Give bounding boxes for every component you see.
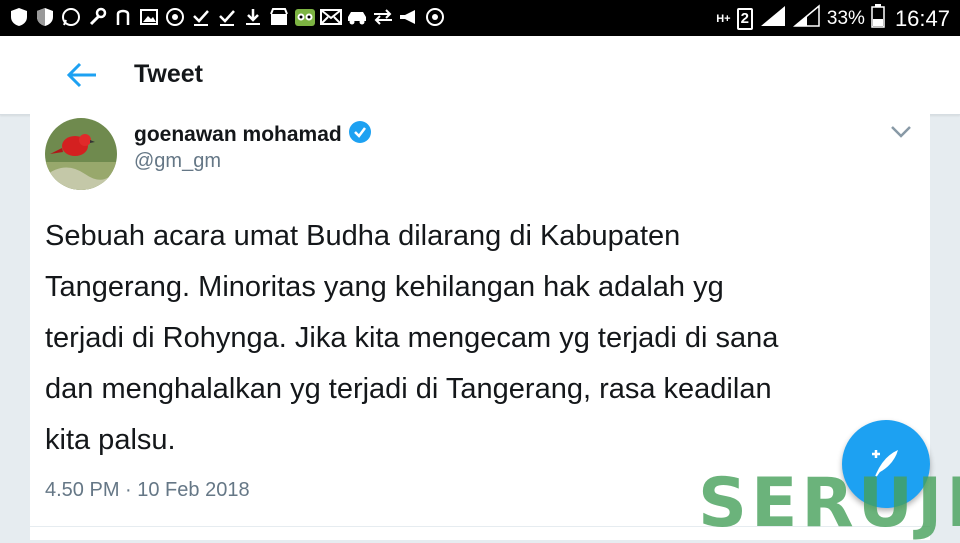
download-icon: [242, 6, 264, 28]
owl-icon: [294, 6, 316, 28]
shield-icon: [34, 6, 56, 28]
avatar[interactable]: [45, 118, 117, 190]
network-type: H+: [716, 12, 731, 25]
system-indicators: H+ 2 33% 16:47: [716, 4, 950, 34]
tweet-text-line: kita palsu.: [45, 424, 176, 456]
signal-icon: [792, 4, 821, 34]
battery-percent: 33%: [826, 8, 865, 29]
tweet-text-line: terjadi di Rohynga. Jika kita mengecam y…: [45, 322, 779, 354]
watermark-logo: SERUJI: [698, 464, 960, 543]
signal-icon: [759, 4, 787, 34]
tweet-text-line: dan menghalalkan yg terjadi di Tangerang…: [45, 373, 772, 405]
tweet-text-line: Sebuah acara umat Budha dilarang di Kabu…: [45, 220, 681, 252]
sim-slot: 2: [736, 8, 753, 30]
battery-icon: [871, 4, 885, 34]
back-arrow-icon[interactable]: [64, 60, 100, 90]
checkmark-icon: [216, 6, 238, 28]
image-icon: [138, 6, 160, 28]
app-bar: Tweet: [0, 36, 960, 115]
verified-badge-icon: [348, 120, 372, 149]
author-name[interactable]: goenawan mohamad: [134, 123, 342, 147]
page-title: Tweet: [134, 60, 203, 88]
author-handle[interactable]: @gm_gm: [134, 150, 221, 173]
notification-icons: [8, 6, 446, 28]
tweet-text-line: Tangerang. Minoritas yang kehilangan hak…: [45, 271, 724, 303]
wrench-icon: [86, 6, 108, 28]
n-icon: [112, 6, 134, 28]
chrome-icon: [424, 6, 446, 28]
whatsapp-icon: [60, 6, 82, 28]
chrome-icon: [164, 6, 186, 28]
megaphone-icon: [398, 6, 420, 28]
author-row[interactable]: goenawan mohamad: [134, 120, 372, 149]
tweet-timestamp: 4.50 PM · 10 Feb 2018: [45, 479, 250, 501]
transfer-icon: [372, 6, 394, 28]
car-icon: [346, 6, 368, 28]
status-bar: H+ 2 33% 16:47: [0, 0, 960, 36]
chevron-down-icon[interactable]: [890, 124, 912, 140]
checkmark-icon: [190, 6, 212, 28]
shield-icon: [8, 6, 30, 28]
clock: 16:47: [894, 6, 950, 31]
tweet-text: Sebuah acara umat Budha dilarang di Kabu…: [45, 211, 915, 466]
mail-icon: [320, 6, 342, 28]
store-icon: [268, 6, 290, 28]
